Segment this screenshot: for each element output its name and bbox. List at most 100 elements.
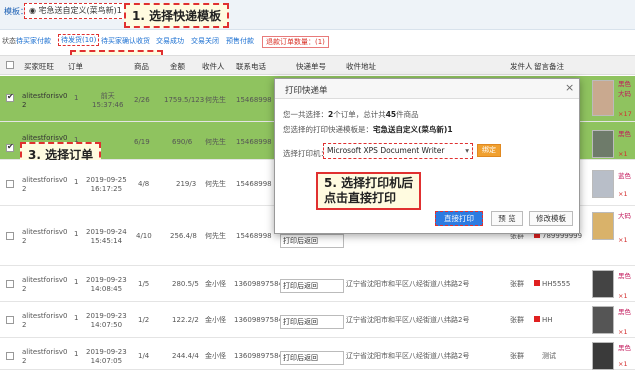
cell-buyer: alitestforisv0 2 <box>22 348 68 365</box>
tab-success[interactable]: 交易成功 <box>156 36 184 46</box>
cell-name: 何先生 <box>205 138 226 146</box>
side-label: 黑色 <box>618 308 631 316</box>
dialog-header: 打印快递单 × <box>275 79 579 99</box>
product-thumbnail[interactable] <box>592 306 614 334</box>
side-label: 黑色 <box>618 130 631 138</box>
cell-qty: 1 <box>74 94 79 102</box>
product-thumbnail[interactable] <box>592 170 614 198</box>
printer-label: 选择打印机： <box>283 149 328 158</box>
cell-items: 1/2 <box>138 316 150 324</box>
summary-mid: 个订单，总计共 <box>333 110 386 119</box>
product-thumbnail[interactable] <box>592 80 614 116</box>
cell-phone: 13609897584 <box>234 280 283 288</box>
preview-button[interactable]: 预 览 <box>491 211 523 226</box>
bind-printer-button[interactable]: 绑定 <box>477 144 501 157</box>
direct-print-button[interactable]: 直接打印 <box>435 211 483 226</box>
cell-phone: 15468998 <box>236 96 272 104</box>
cell-sender: 张群 <box>510 316 524 324</box>
th-buyer: 买家旺旺 <box>24 62 54 71</box>
table-row[interactable]: alitestforisv0 2 1 2019-09-23 14:07:05 1… <box>0 338 635 370</box>
cell-items: 4/10 <box>136 232 152 240</box>
template-summary-prefix: 您选择的打印快递模板是： <box>283 125 373 134</box>
cell-time: 2019-09-25 16:17:25 <box>86 176 127 193</box>
close-icon[interactable]: × <box>565 81 574 94</box>
row-checkbox[interactable] <box>6 180 14 188</box>
cell-name: 何先生 <box>205 232 226 240</box>
product-thumbnail[interactable] <box>592 342 614 370</box>
note-text: HH5555 <box>542 280 571 288</box>
cell-name: 何先生 <box>205 96 226 104</box>
cell-note: 测试 <box>542 352 556 360</box>
modify-template-button[interactable]: 修改模板 <box>529 211 573 226</box>
waybill-input[interactable]: 打印后返回 <box>280 279 344 293</box>
th-order: 订单 <box>68 62 83 71</box>
side-label: 黑色 <box>618 80 631 88</box>
table-row[interactable]: alitestforisv0 2 1 2019-09-23 14:08:45 1… <box>0 266 635 302</box>
table-row[interactable]: alitestforisv0 2 1 2019-09-23 14:07:50 1… <box>0 302 635 338</box>
side-label: 黑色 <box>618 272 631 280</box>
row-checkbox[interactable] <box>6 92 14 102</box>
waybill-input[interactable]: 打印后返回 <box>280 315 344 329</box>
th-phone: 联系电话 <box>236 62 266 71</box>
row-checkbox[interactable] <box>6 232 14 240</box>
printer-select[interactable]: Microsoft XPS Document Writer ▾ <box>323 143 473 159</box>
cell-qty: 1 <box>74 350 79 358</box>
template-select[interactable]: ◉ 宅急送自定义(菜鸟新)1 <box>24 3 132 19</box>
cell-address: 辽宁省沈阳市和平区八经街道八纬路2号 <box>346 352 470 360</box>
select-all-checkbox[interactable] <box>6 61 14 69</box>
product-thumbnail[interactable] <box>592 130 614 158</box>
callout-5: 5. 选择打印机后 点击直接打印 <box>316 172 422 210</box>
side-count: ×1 <box>618 328 628 336</box>
cell-note: HH5555 <box>534 280 570 289</box>
row-checkbox[interactable] <box>6 142 14 152</box>
tab-wait-pay[interactable]: 待买家付款 <box>16 36 51 46</box>
cell-sender: 张群 <box>510 352 524 360</box>
cell-name: 金小怪 <box>205 352 226 360</box>
waybill-input[interactable]: 打印后返回 <box>280 234 344 248</box>
cell-time: 前天 15:37:46 <box>92 92 124 109</box>
cell-name: 金小怪 <box>205 280 226 288</box>
cell-items: 1/4 <box>138 352 150 360</box>
product-thumbnail[interactable] <box>592 270 614 298</box>
summary-prefix: 您一共选择： <box>283 110 328 119</box>
print-dialog: 打印快递单 × 您一共选择：2个订单，总计共45件商品 您选择的打印快递模板是：… <box>274 78 580 234</box>
template-summary-value: 宅急送自定义(菜鸟新)1 <box>373 125 453 134</box>
side-count: ×1 <box>618 150 628 158</box>
refund-count-badge[interactable]: 退款订单数量：(1) <box>262 36 329 48</box>
row-checkbox[interactable] <box>6 352 14 360</box>
chevron-down-icon: ▾ <box>465 146 469 155</box>
cell-amount: 280.5/5 <box>172 280 199 288</box>
cell-time: 2019-09-23 14:07:50 <box>86 312 127 329</box>
printer-select-value: Microsoft XPS Document Writer <box>327 146 445 155</box>
note-text: HH <box>542 316 553 324</box>
th-waybill: 快递单号 <box>296 62 326 71</box>
th-amount: 金额 <box>170 62 185 71</box>
row-checkbox[interactable] <box>6 316 14 324</box>
summary-suffix: 件商品 <box>396 110 419 119</box>
cell-time: 2019-09-23 14:08:45 <box>86 276 127 293</box>
tab-presale[interactable]: 预售付款 <box>226 36 254 46</box>
template-select-value: 宅急送自定义(菜鸟新)1 <box>38 6 122 15</box>
side-count: ×1 <box>618 236 628 244</box>
tab-wait-confirm[interactable]: 待买家确认收货 <box>101 36 150 46</box>
cell-amount: 690/6 <box>172 138 193 146</box>
status-tabs: 状态： 待买家付款 待发货(10) 待买家确认收货 交易成功 交易关闭 预售付款… <box>0 33 635 51</box>
cell-time: 2019-09-24 15:45:14 <box>86 228 127 245</box>
cell-phone: 15468998 <box>236 138 272 146</box>
tab-closed[interactable]: 交易关闭 <box>191 36 219 46</box>
tab-wait-ship[interactable]: 待发货(10) <box>58 34 100 46</box>
side-count: ×1 <box>618 292 628 300</box>
side-label: 黑色 <box>618 344 631 352</box>
product-thumbnail[interactable] <box>592 212 614 240</box>
cell-amount: 122.2/2 <box>172 316 199 324</box>
cell-phone: 13609897584 <box>234 316 283 324</box>
cell-buyer: alitestforisv0 2 <box>22 276 68 293</box>
cell-time: 2019-09-23 14:07:05 <box>86 348 127 365</box>
row-checkbox[interactable] <box>6 280 14 288</box>
cell-qty: 1 <box>74 230 79 238</box>
cell-address: 辽宁省沈阳市和平区八经街道八纬路2号 <box>346 280 470 288</box>
waybill-input[interactable]: 打印后返回 <box>280 351 344 365</box>
side-count: ×1 <box>618 360 628 368</box>
cell-phone: 15468998 <box>236 232 272 240</box>
cell-amount: 219/3 <box>176 180 197 188</box>
